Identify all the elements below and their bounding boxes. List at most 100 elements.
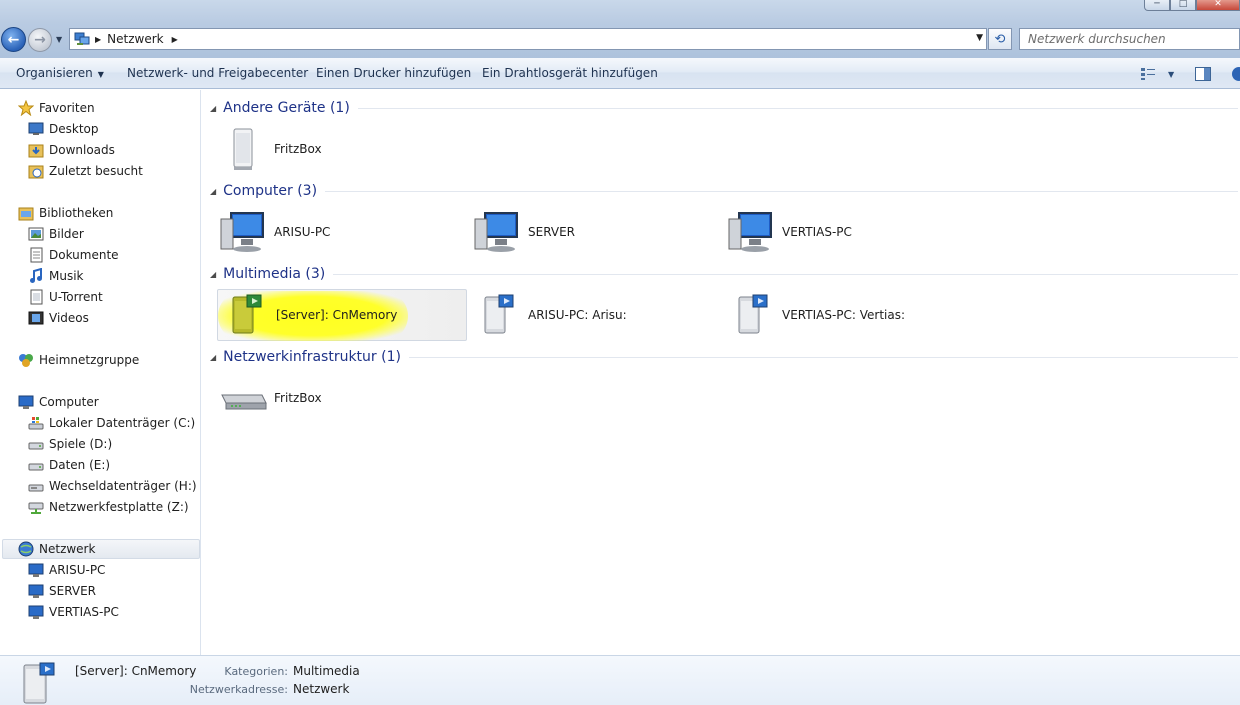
collapse-triangle-icon[interactable]: ◢: [210, 270, 216, 279]
sidebar-item-drive-h[interactable]: Wechseldatenträger (H:): [28, 476, 197, 496]
help-button[interactable]: [1229, 65, 1240, 83]
tile-label: FritzBox: [274, 391, 322, 405]
sidebar-item-server[interactable]: SERVER: [28, 581, 96, 601]
sidebar-item-network[interactable]: Netzwerk: [2, 539, 200, 559]
sidebar-item-label: Bibliotheken: [39, 206, 114, 220]
sidebar-item-label: VERTIAS-PC: [49, 605, 119, 619]
organize-menu[interactable]: Organisieren ▼: [16, 66, 104, 80]
refresh-icon: ⟲: [994, 31, 1006, 47]
group-header-multimedia[interactable]: ◢ Multimedia (3): [210, 264, 1238, 284]
preview-pane-button[interactable]: [1195, 65, 1211, 83]
library-folder-icon: [28, 289, 44, 305]
media-tile-server-cnmemory[interactable]: [Server]: CnMemory: [217, 289, 467, 341]
computer-icon: [28, 562, 44, 578]
recent-pages-button[interactable]: ▼: [56, 35, 62, 44]
network-icon: [73, 31, 91, 47]
add-wireless-device-button[interactable]: Ein Drahtlosgerät hinzufügen: [482, 66, 658, 80]
media-server-icon: [23, 662, 55, 704]
group-header-infrastructure[interactable]: ◢ Netzwerkinfrastruktur (1): [210, 347, 1238, 367]
sidebar-item-label: Bilder: [49, 227, 84, 241]
minimize-button[interactable]: ─: [1144, 0, 1170, 11]
tile-label: ARISU-PC: Arisu:: [528, 308, 627, 322]
address-bar[interactable]: ▶ Netzwerk ▶ ▼: [69, 28, 987, 50]
sidebar-item-documents[interactable]: Dokumente: [28, 245, 119, 265]
view-options-button[interactable]: ▼: [1140, 65, 1174, 83]
collapse-triangle-icon[interactable]: ◢: [210, 104, 216, 113]
homegroup-icon: [18, 352, 34, 368]
sidebar-item-label: Netzwerkfestplatte (Z:): [49, 500, 189, 514]
tile-label: FritzBox: [274, 142, 322, 156]
computer-tile-arisu-pc[interactable]: ARISU-PC: [216, 206, 466, 258]
documents-icon: [28, 247, 44, 263]
collapse-triangle-icon[interactable]: ◢: [210, 187, 216, 196]
hard-drive-icon: [28, 457, 44, 473]
details-category-label: Kategorien:: [224, 665, 288, 678]
back-button[interactable]: ←: [1, 27, 26, 52]
window-controls: ─ □ ✕: [1144, 0, 1240, 11]
sidebar-item-computer[interactable]: Computer: [18, 392, 99, 412]
sidebar-item-music[interactable]: Musik: [28, 266, 84, 286]
network-icon: [18, 541, 34, 557]
sidebar-item-recent[interactable]: Zuletzt besucht: [28, 161, 143, 181]
tile-label: VERTIAS-PC: [782, 225, 852, 239]
computer-tile-server[interactable]: SERVER: [470, 206, 720, 258]
breadcrumb-separator-icon[interactable]: ▶: [95, 35, 101, 44]
media-server-icon: [470, 292, 524, 338]
sidebar-item-utorrent[interactable]: U-Torrent: [28, 287, 103, 307]
group-divider: [357, 107, 1238, 109]
refresh-button[interactable]: ⟲: [988, 28, 1012, 50]
computer-icon: [216, 209, 270, 255]
address-dropdown-icon[interactable]: ▼: [976, 33, 983, 43]
close-button[interactable]: ✕: [1196, 0, 1240, 11]
group-header-other-devices[interactable]: ◢ Andere Geräte (1): [210, 98, 1238, 118]
sidebar-item-label: Videos: [49, 311, 89, 325]
breadcrumb-separator-icon[interactable]: ▶: [172, 35, 178, 44]
sidebar-item-libraries[interactable]: Bibliotheken: [18, 203, 113, 223]
sidebar-item-drive-e[interactable]: Daten (E:): [28, 455, 110, 475]
sidebar-item-drive-c[interactable]: Lokaler Datenträger (C:): [28, 413, 195, 433]
device-tile-fritzbox[interactable]: FritzBox: [216, 123, 466, 175]
search-input[interactable]: [1028, 32, 1228, 46]
sidebar-item-arisu-pc[interactable]: ARISU-PC: [28, 560, 105, 580]
group-header-computer[interactable]: ◢ Computer (3): [210, 181, 1238, 201]
maximize-button[interactable]: □: [1170, 0, 1196, 11]
sidebar-item-vertias-pc[interactable]: VERTIAS-PC: [28, 602, 119, 622]
sidebar-item-label: Favoriten: [39, 101, 95, 115]
sidebar-item-label: Desktop: [49, 122, 99, 136]
breadcrumb-network[interactable]: Netzwerk: [107, 32, 163, 46]
hard-drive-icon: [28, 436, 44, 452]
arrow-left-icon: ←: [7, 31, 20, 48]
navigation-pane: Favoriten Desktop Downloads Zuletzt besu…: [0, 90, 201, 655]
media-tile-vertias-pc[interactable]: VERTIAS-PC: Vertias:: [724, 289, 974, 341]
organize-label: Organisieren: [16, 66, 93, 80]
preview-pane-icon: [1195, 67, 1211, 81]
computer-tile-vertias-pc[interactable]: VERTIAS-PC: [724, 206, 974, 258]
computer-icon: [28, 583, 44, 599]
sidebar-item-pictures[interactable]: Bilder: [28, 224, 84, 244]
media-server-icon: [724, 292, 778, 338]
sidebar-item-label: Computer: [39, 395, 99, 409]
router-tile-fritzbox[interactable]: FritzBox: [216, 372, 466, 424]
sidebar-item-desktop[interactable]: Desktop: [28, 119, 99, 139]
tile-label: [Server]: CnMemory: [276, 308, 398, 322]
group-title: Andere Geräte (1): [223, 100, 350, 116]
sidebar-item-homegroup[interactable]: Heimnetzgruppe: [18, 350, 139, 370]
help-icon: [1232, 67, 1240, 81]
sidebar-item-label: Heimnetzgruppe: [39, 353, 140, 367]
sidebar-item-favorites[interactable]: Favoriten: [18, 98, 95, 118]
network-center-button[interactable]: Netzwerk- und Freigabecenter: [127, 66, 308, 80]
group-divider: [325, 190, 1238, 192]
sidebar-item-drive-z[interactable]: Netzwerkfestplatte (Z:): [28, 497, 189, 517]
sidebar-item-label: Netzwerk: [39, 542, 96, 556]
forward-button[interactable]: →: [28, 28, 52, 52]
sidebar-item-videos[interactable]: Videos: [28, 308, 89, 328]
add-printer-button[interactable]: Einen Drucker hinzufügen: [316, 66, 471, 80]
details-pane: [Server]: CnMemory Kategorien: Multimedi…: [0, 655, 1240, 705]
collapse-triangle-icon[interactable]: ◢: [210, 353, 216, 362]
recent-places-icon: [28, 163, 44, 179]
search-box[interactable]: [1019, 28, 1240, 50]
media-tile-arisu-pc[interactable]: ARISU-PC: Arisu:: [470, 289, 720, 341]
sidebar-item-downloads[interactable]: Downloads: [28, 140, 115, 160]
details-address-value: Netzwerk: [293, 682, 350, 696]
sidebar-item-drive-d[interactable]: Spiele (D:): [28, 434, 112, 454]
